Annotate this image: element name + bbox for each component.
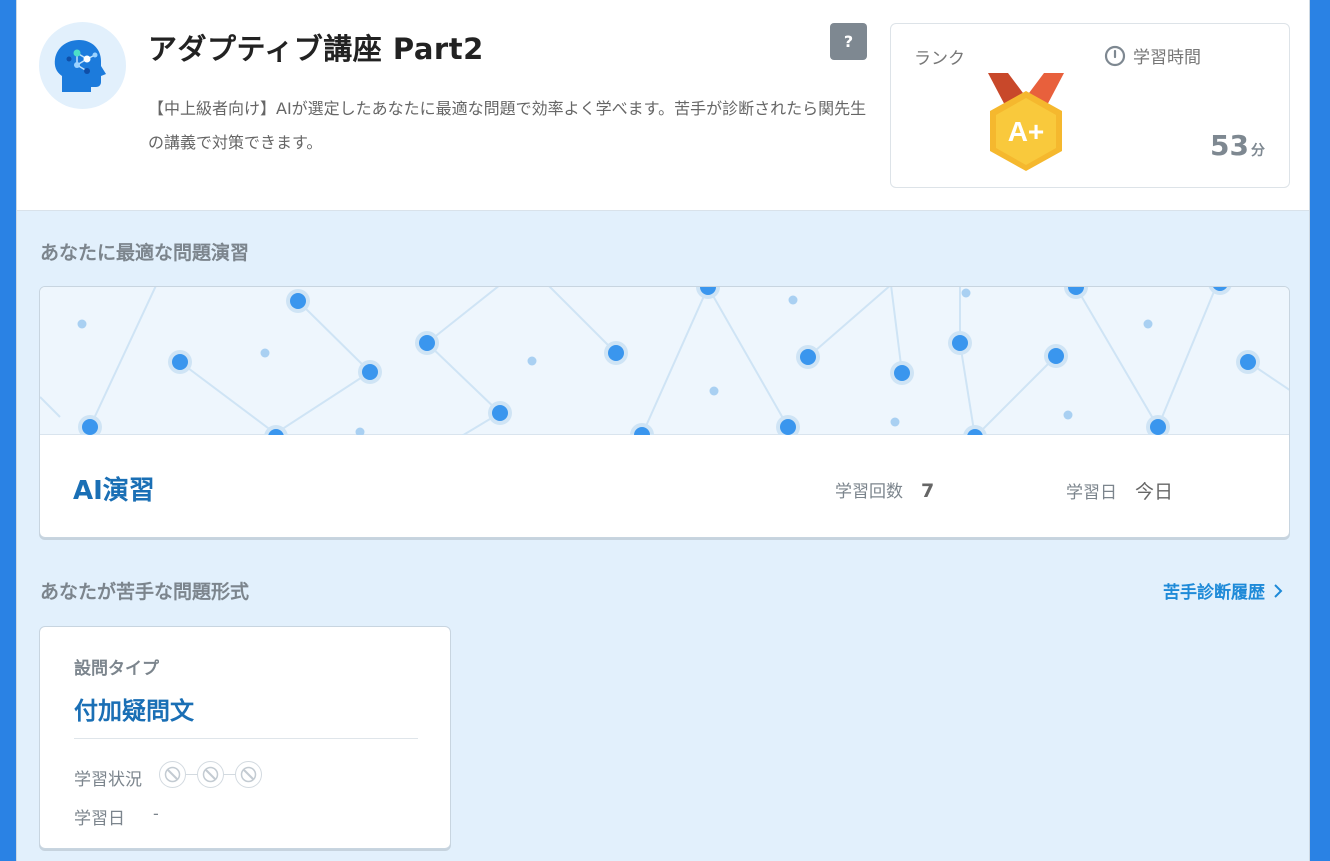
study-count: 学習回数 7 — [835, 477, 934, 502]
medal-icon: A+ — [986, 71, 1066, 179]
study-time-text: 学習時間 — [1133, 48, 1201, 68]
rank-label: ランク — [914, 49, 965, 69]
study-time-unit: 分 — [1251, 143, 1265, 159]
weakness-history-link[interactable]: 苦手診断履歴 — [1163, 578, 1283, 603]
ai-practice-card[interactable]: AI演習 学習回数 7 学習日 今日 — [39, 286, 1290, 538]
study-date: 学習日 今日 — [1066, 477, 1173, 504]
status-connector — [224, 774, 235, 775]
study-status-label: 学習状況 — [74, 770, 142, 790]
weak-date-label: 学習日 — [74, 809, 125, 829]
ai-section-title: あなたに最適な問題演習 — [40, 242, 250, 264]
question-type-label: 設問タイプ — [74, 659, 159, 679]
question-icon: ? — [843, 32, 854, 51]
study-count-value: 7 — [921, 480, 935, 502]
weak-type-card[interactable]: 設問タイプ 付加疑問文 学習状況 学習日 - — [39, 626, 451, 849]
ai-practice-name: AI演習 — [73, 476, 155, 506]
help-button[interactable]: ? — [830, 23, 867, 60]
study-date-label: 学習日 — [1066, 483, 1117, 503]
study-time-number: 53 — [1210, 129, 1249, 162]
not-started-icon — [159, 761, 186, 788]
page-frame: アダプティブ講座 Part2 【中上級者向け】AIが選定したあなたに最適な問題で… — [16, 0, 1310, 861]
study-time-label: 学習時間 — [1104, 43, 1201, 68]
weak-section-title: あなたが苦手な問題形式 — [40, 581, 250, 603]
rank-card: ランク A+ 学習時間 53 分 — [890, 23, 1290, 188]
weak-date-value: - — [153, 804, 159, 823]
course-description: 【中上級者向け】AIが選定したあなたに最適な問題で効率よく学べます。苦手が診断さ… — [148, 99, 867, 152]
study-date-value: 今日 — [1135, 481, 1174, 503]
card-divider — [74, 738, 418, 739]
clock-icon — [1104, 45, 1126, 66]
network-banner — [40, 287, 1289, 449]
not-started-icon — [235, 761, 262, 788]
not-started-icon — [197, 761, 224, 788]
study-status-steps — [159, 761, 262, 788]
study-time-value: 53 分 — [1210, 129, 1265, 162]
study-count-label: 学習回数 — [835, 482, 903, 502]
course-title: アダプティブ講座 Part2 — [148, 32, 484, 66]
weakness-history-label: 苦手診断履歴 — [1163, 583, 1265, 603]
medal-grade: A+ — [1008, 116, 1045, 147]
status-connector — [186, 774, 197, 775]
question-type-value: 付加疑問文 — [74, 697, 194, 725]
course-header: アダプティブ講座 Part2 【中上級者向け】AIが選定したあなたに最適な問題で… — [17, 0, 1309, 211]
chevron-right-icon — [1274, 583, 1283, 598]
brain-network-icon — [39, 22, 126, 109]
